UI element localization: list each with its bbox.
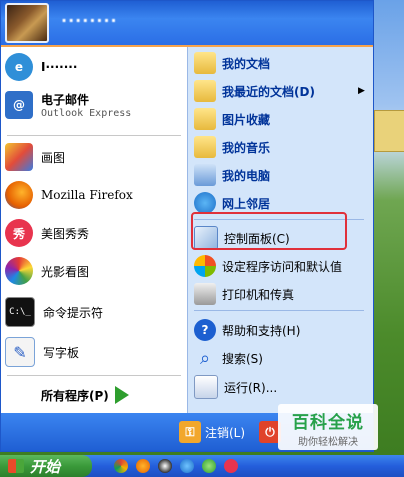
left-separator <box>7 135 181 136</box>
computer-icon <box>194 164 216 186</box>
my-pictures-item[interactable]: 图片收藏 <box>194 108 270 130</box>
recent-cmd-label: 命令提示符 <box>43 305 104 320</box>
left-pane: e I······· @ 电子邮件 Outlook Express 画图 Moz… <box>1 47 187 413</box>
logoff-label: 注销(L) <box>205 425 246 440</box>
recent-cmd-item[interactable]: C:\_ 命令提示符 <box>5 297 103 327</box>
recent-firefox-label: Mozilla Firefox <box>41 188 133 202</box>
help-support-item[interactable]: ? 帮助和支持(H) <box>194 319 300 341</box>
recent-paint-label: 画图 <box>41 150 66 165</box>
paint-icon <box>5 143 33 171</box>
program-access-item[interactable]: 设定程序访问和默认值 <box>194 255 342 277</box>
folder-music-icon <box>194 136 216 158</box>
watermark: 百科全说 助你轻松解决 <box>278 404 378 450</box>
recent-meitu-item[interactable]: 秀 美图秀秀 <box>5 219 89 247</box>
my-music-item[interactable]: 我的音乐 <box>194 136 270 158</box>
all-programs-label: 所有程序(P) <box>41 388 109 403</box>
start-button[interactable]: 开始 <box>0 455 92 477</box>
recent-paint-item[interactable]: 画图 <box>5 143 65 171</box>
watermark-subtitle: 助你轻松解决 <box>298 437 358 448</box>
watermark-title: 百科全说 <box>292 413 364 433</box>
command-prompt-icon: C:\_ <box>5 297 35 327</box>
pen-icon: ✎ <box>13 342 27 362</box>
pinned-internet-item[interactable]: e I······· <box>5 53 77 81</box>
my-documents-label: 我的文档 <box>222 56 271 71</box>
network-globe-icon <box>194 192 216 214</box>
outlook-express-icon: @ <box>5 91 33 119</box>
desktop-folder-icon[interactable] <box>374 110 404 152</box>
my-pictures-label: 图片收藏 <box>222 112 271 127</box>
ie-quick-icon[interactable] <box>180 459 194 473</box>
recent-wordpad-item[interactable]: ✎ 写字板 <box>5 337 79 367</box>
default-programs-icon <box>194 255 216 277</box>
start-menu: ········ e I······· @ 电子邮件 Outlook Expre… <box>0 0 374 452</box>
printer-icon <box>194 283 216 305</box>
user-avatar[interactable] <box>5 3 49 43</box>
run-label: 运行(R)... <box>224 380 278 395</box>
wordpad-icon: ✎ <box>5 337 35 367</box>
search-label: 搜索(S) <box>222 351 263 366</box>
my-computer-item[interactable]: 我的电脑 <box>194 164 270 186</box>
start-menu-header: ········ <box>1 1 373 47</box>
all-programs-button[interactable]: 所有程序(P) <box>41 386 129 404</box>
printers-item[interactable]: 打印机和传真 <box>194 283 294 305</box>
left-separator-bottom <box>7 375 181 376</box>
folder-documents-icon <box>194 52 216 74</box>
firefox-icon[interactable] <box>136 459 150 473</box>
meitu-quick-icon[interactable] <box>224 459 238 473</box>
chrome-icon[interactable] <box>114 459 128 473</box>
qq-icon[interactable] <box>158 459 172 473</box>
messenger-icon[interactable] <box>202 459 216 473</box>
network-places-item[interactable]: 网上邻居 <box>194 192 270 214</box>
program-access-label: 设定程序访问和默认值 <box>222 259 343 274</box>
help-support-label: 帮助和支持(H) <box>222 323 301 338</box>
ie-icon: e <box>5 53 33 81</box>
firefox-icon <box>5 181 33 209</box>
run-item[interactable]: 运行(R)... <box>194 375 277 399</box>
submenu-arrow-icon: ▶ <box>358 86 365 96</box>
folder-recent-icon <box>194 80 216 102</box>
search-icon: ⌕ <box>199 347 211 369</box>
pinned-email-item[interactable]: @ 电子邮件 Outlook Express <box>5 91 131 119</box>
recent-documents-item[interactable]: 我最近的文档(D) <box>194 80 315 102</box>
search-item[interactable]: ⌕ 搜索(S) <box>194 347 263 369</box>
meitu-icon: 秀 <box>5 219 33 247</box>
my-music-label: 我的音乐 <box>222 140 271 155</box>
logoff-button[interactable]: ⚿ 注销(L) <box>179 421 245 443</box>
control-panel-highlight <box>191 212 347 250</box>
pinned-internet-label: I······· <box>41 60 78 74</box>
recent-photo-viewer-item[interactable]: 光影看图 <box>5 257 89 285</box>
photo-viewer-icon <box>5 257 33 285</box>
pinned-email-sub: Outlook Express <box>41 108 132 119</box>
logoff-key-icon: ⚿ <box>179 421 201 443</box>
start-label: 开始 <box>30 458 61 476</box>
printers-label: 打印机和传真 <box>222 287 295 302</box>
my-computer-label: 我的电脑 <box>222 168 271 183</box>
green-arrow-icon <box>114 386 129 404</box>
right-separator-2 <box>194 310 364 311</box>
recent-documents-label: 我最近的文档(D) <box>222 84 315 99</box>
help-icon: ? <box>194 319 216 341</box>
run-icon <box>194 375 218 399</box>
recent-photo-viewer-label: 光影看图 <box>41 264 90 279</box>
user-name: ········ <box>61 11 118 30</box>
windows-flag-icon <box>8 459 24 473</box>
folder-pictures-icon <box>194 108 216 130</box>
recent-meitu-label: 美图秀秀 <box>41 226 90 241</box>
my-documents-item[interactable]: 我的文档 <box>194 52 270 74</box>
recent-wordpad-label: 写字板 <box>43 345 80 360</box>
network-places-label: 网上邻居 <box>222 196 271 211</box>
pinned-email-label: 电子邮件 <box>41 93 90 107</box>
recent-firefox-item[interactable]: Mozilla Firefox <box>5 181 133 209</box>
